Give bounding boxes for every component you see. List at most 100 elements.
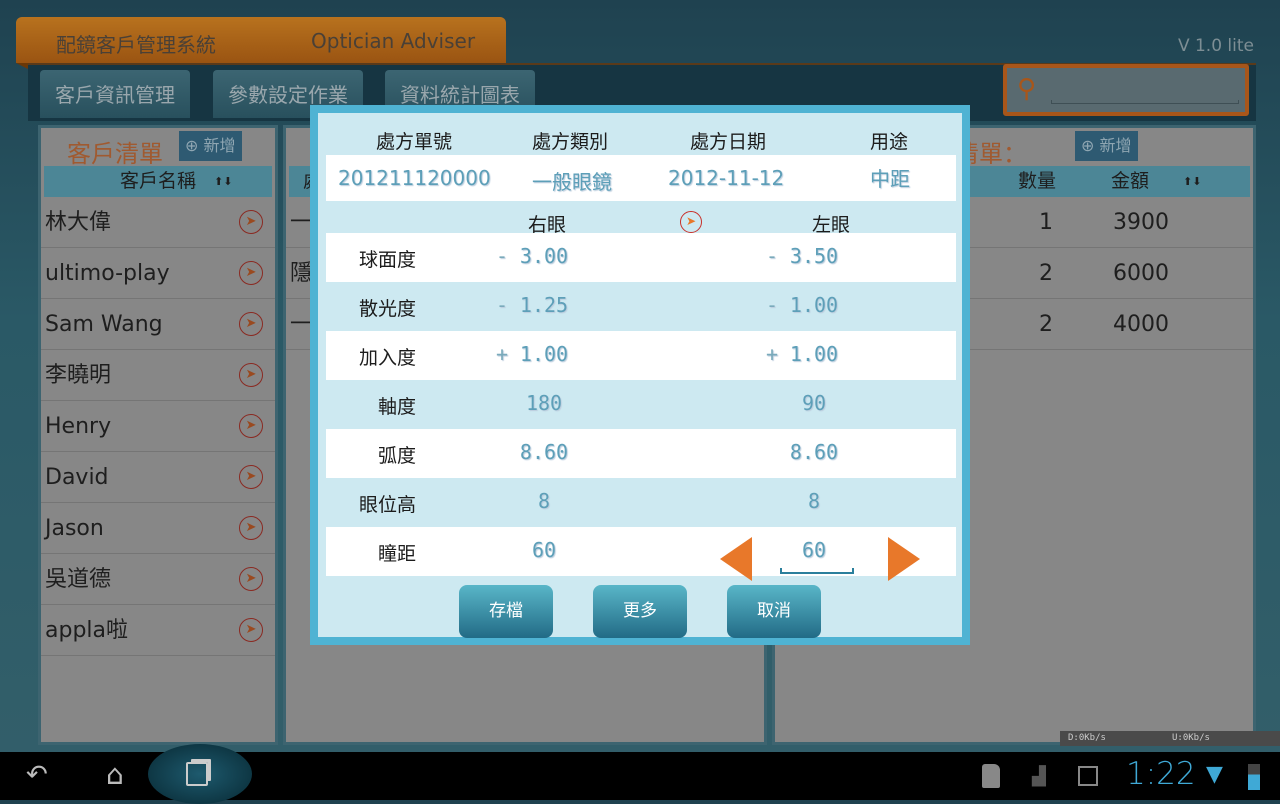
sort-icon[interactable]: ⬆⬇ — [214, 166, 232, 197]
left-eye-value[interactable]: 1.00 — [784, 293, 844, 317]
network-speed: D:0Kb/s U:0Kb/s — [1060, 731, 1280, 746]
more-button[interactable]: 更多 — [593, 585, 687, 638]
wifi-icon: ▼ — [1206, 762, 1223, 787]
back-icon[interactable]: ↶ — [26, 760, 48, 790]
rx-number-field[interactable]: 201211120000 — [338, 166, 491, 190]
rx-row-label: 加入度 — [358, 347, 416, 369]
add-customer-button[interactable]: ⊕ 新增 — [179, 131, 242, 161]
right-eye-value[interactable]: 60 — [514, 538, 574, 562]
search-box[interactable]: ⚲ — [1003, 64, 1249, 116]
system-bar: ↶ ⌂ ▟ 1:22 ▼ — [0, 744, 1280, 804]
arrow-right-icon[interactable]: ➤ — [239, 261, 263, 285]
right-eye-value[interactable]: 180 — [514, 391, 574, 415]
image-icon — [1078, 766, 1098, 786]
rx-info-row: 201211120000 一般眼鏡 2012-11-12 中距 — [326, 155, 956, 201]
left-eye-value[interactable]: 90 — [784, 391, 844, 415]
left-sign: - — [766, 244, 779, 268]
clock: 1:22 — [1126, 756, 1196, 792]
customer-name: Jason — [45, 516, 104, 541]
rx-row: 弧度 8.60 8.60 — [326, 429, 956, 478]
add-order-button[interactable]: ⊕ 新增 — [1075, 131, 1138, 161]
customer-list-panel: 客戶清單 ⊕ 新增 客戶名稱 ⬆⬇ 林大偉 ➤ ultimo-play ➤ Sam Wan… — [38, 125, 278, 745]
order-amount: 4000 — [1113, 312, 1169, 337]
column-header-name[interactable]: 客戶名稱 ⬆⬇ — [44, 166, 272, 197]
increment-arrow-icon[interactable] — [888, 537, 920, 581]
tab-customer-info[interactable]: 客戶資訊管理 — [40, 70, 190, 118]
customer-row[interactable]: appla啦 ➤ — [41, 605, 275, 656]
right-sign: - — [496, 293, 509, 317]
signal-icon: ▟ — [1032, 766, 1046, 787]
rx-row-label: 球面度 — [358, 249, 416, 271]
right-sign: - — [496, 244, 509, 268]
right-eye-value[interactable]: 1.00 — [514, 342, 574, 366]
arrow-right-icon[interactable]: ➤ — [239, 210, 263, 234]
rx-row: 瞳距 60 60 — [326, 527, 956, 576]
right-sign: + — [496, 342, 509, 366]
customer-row[interactable]: Henry ➤ — [41, 401, 275, 452]
customer-name: Sam Wang — [45, 312, 163, 337]
rx-row: 散光度 -1.25-1.00 — [326, 282, 956, 331]
search-input[interactable] — [1051, 100, 1239, 104]
sort-icon[interactable]: ⬆⬇ — [1183, 166, 1201, 197]
customer-row[interactable]: David ➤ — [41, 452, 275, 503]
header-usage: 用途 — [870, 131, 909, 153]
copy-arrow-icon[interactable]: ➤ — [680, 211, 702, 233]
decrement-arrow-icon[interactable] — [720, 537, 752, 581]
left-eye-value[interactable]: 60 — [784, 538, 844, 562]
plus-icon: ⊕ — [185, 136, 204, 155]
battery-icon — [1248, 764, 1260, 790]
customer-row[interactable]: 吳道德 ➤ — [41, 554, 275, 605]
left-sign: + — [766, 342, 779, 366]
left-eye-value[interactable]: 8 — [784, 489, 844, 513]
order-qty: 2 — [1039, 261, 1053, 286]
arrow-right-icon[interactable]: ➤ — [239, 567, 263, 591]
customer-name: ultimo-play — [45, 261, 170, 286]
pd-input-underline — [780, 568, 854, 574]
header-rx-type: 處方類別 — [532, 131, 609, 153]
app-title-tab: 配鏡客戶管理系統 Optician Adviser — [16, 17, 506, 63]
order-qty: 2 — [1039, 312, 1053, 337]
save-button[interactable]: 存檔 — [459, 585, 553, 638]
column-qty[interactable]: 數量 — [1018, 166, 1056, 197]
left-eye-value[interactable]: 3.50 — [784, 244, 844, 268]
right-eye-value[interactable]: 8.60 — [514, 440, 574, 464]
rx-row-label: 弧度 — [377, 445, 416, 467]
home-icon[interactable]: ⌂ — [106, 758, 124, 791]
customer-row[interactable]: 李曉明 ➤ — [41, 350, 275, 401]
right-eye-value[interactable]: 3.00 — [514, 244, 574, 268]
download-speed: D:0Kb/s — [1068, 733, 1106, 743]
customer-row[interactable]: ultimo-play ➤ — [41, 248, 275, 299]
left-eye-value[interactable]: 8.60 — [784, 440, 844, 464]
rx-date-field[interactable]: 2012-11-12 — [668, 166, 784, 190]
right-eye-value[interactable]: 1.25 — [514, 293, 574, 317]
arrow-right-icon[interactable]: ➤ — [239, 465, 263, 489]
customer-row[interactable]: Jason ➤ — [41, 503, 275, 554]
plus-icon: ⊕ — [1081, 136, 1100, 155]
left-eye-value[interactable]: 1.00 — [784, 342, 844, 366]
arrow-right-icon[interactable]: ➤ — [239, 312, 263, 336]
right-eye-value[interactable]: 8 — [514, 489, 574, 513]
order-qty: 1 — [1039, 210, 1053, 235]
rx-type-field[interactable]: 一般眼鏡 — [532, 166, 612, 195]
upload-speed: U:0Kb/s — [1172, 733, 1210, 743]
customer-row[interactable]: 林大偉 ➤ — [41, 197, 275, 248]
header-rx-date: 處方日期 — [690, 131, 767, 153]
customer-name: Henry — [45, 414, 112, 439]
arrow-right-icon[interactable]: ➤ — [239, 516, 263, 540]
version-label: V 1.0 lite — [1177, 36, 1254, 56]
customer-name: 李曉明 — [45, 363, 112, 388]
customer-name: 吳道德 — [45, 567, 112, 592]
customer-row[interactable]: Sam Wang ➤ — [41, 299, 275, 350]
arrow-right-icon[interactable]: ➤ — [239, 618, 263, 642]
customer-name: David — [45, 465, 109, 490]
cancel-button[interactable]: 取消 — [727, 585, 821, 638]
arrow-right-icon[interactable]: ➤ — [239, 363, 263, 387]
customer-name: 林大偉 — [45, 210, 112, 235]
header-rx-number: 處方單號 — [376, 131, 453, 153]
column-amount[interactable]: 金額 — [1111, 166, 1149, 197]
order-amount: 6000 — [1113, 261, 1169, 286]
arrow-right-icon[interactable]: ➤ — [239, 414, 263, 438]
recent-apps-icon[interactable] — [186, 762, 208, 786]
rx-row: 加入度 +1.00 +1.00 — [326, 331, 956, 380]
usage-field[interactable]: 中距 — [870, 163, 910, 192]
